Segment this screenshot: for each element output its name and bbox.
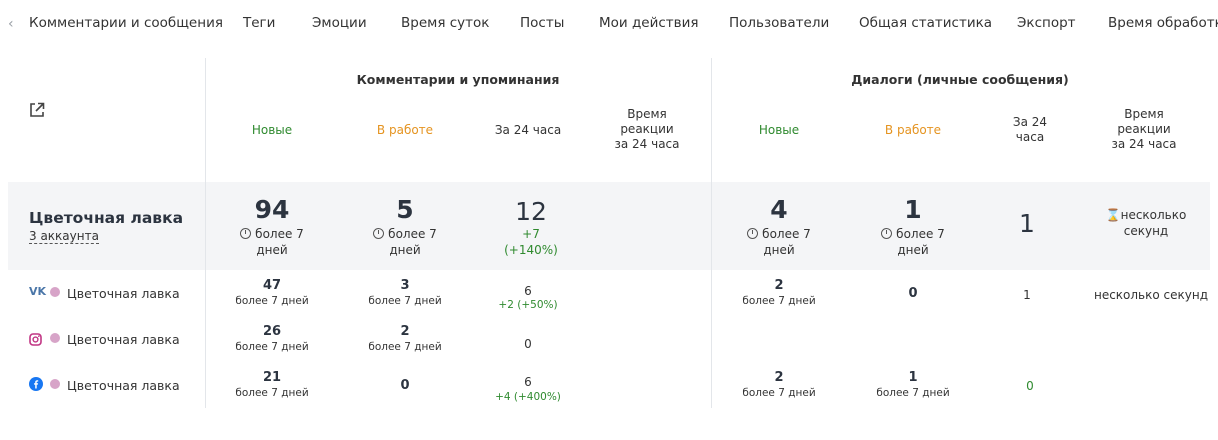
row-comments-work-age: более 7 дней <box>368 341 442 353</box>
tab-my-actions[interactable]: Мои действия <box>599 15 699 31</box>
summary-comments-new-age: более 7 дней <box>212 226 332 258</box>
row-comments-24h-delta: +2 (+50%) <box>498 299 558 311</box>
col-header-comments-new[interactable]: Новые <box>212 123 332 138</box>
hourglass-icon: ⌛ <box>1105 208 1121 222</box>
flower-avatar-icon <box>50 333 60 343</box>
tab-emotions[interactable]: Эмоции <box>312 15 367 31</box>
row-comments-new[interactable]: 21 <box>212 370 332 385</box>
col-header-dialogs-work[interactable]: В работе <box>853 123 973 138</box>
row-comments-work[interactable]: 0 <box>345 378 465 393</box>
row-dialogs-reaction: несколько секунд <box>1093 288 1209 302</box>
facebook-icon <box>29 376 43 395</box>
vk-icon: VK <box>29 285 47 298</box>
divider <box>711 58 712 408</box>
col-header-comments-work[interactable]: В работе <box>345 123 465 138</box>
tab-processing-time[interactable]: Время обработки <box>1108 15 1218 31</box>
row-dialogs-work-age: более 7 дней <box>876 387 950 399</box>
flower-avatar-icon <box>50 287 60 297</box>
summary-dialogs-new[interactable]: 4 <box>719 195 839 224</box>
tab-bar: ‹ Комментарии и сообщения Теги Эмоции Вр… <box>0 0 1218 48</box>
external-link-icon[interactable] <box>29 102 45 122</box>
tab-posts[interactable]: Посты <box>520 15 564 31</box>
tab-comments[interactable]: Комментарии и сообщения <box>29 15 223 31</box>
summary-comments-work[interactable]: 5 <box>345 195 465 224</box>
row-dialogs-work[interactable]: 1 <box>853 370 973 385</box>
col-header-dialogs-new[interactable]: Новые <box>719 123 839 138</box>
row-dialogs-new[interactable]: 2 <box>719 370 839 385</box>
group-header-comments: Комментарии и упоминания <box>356 72 560 87</box>
account-name[interactable]: Цветочная лавка <box>67 378 180 393</box>
row-comments-new-age: более 7 дней <box>235 295 309 307</box>
row-comments-new[interactable]: 47 <box>212 278 332 293</box>
summary-comments-24h: 12 <box>515 197 547 226</box>
tab-time-of-day[interactable]: Время суток <box>401 15 489 31</box>
tab-tags[interactable]: Теги <box>243 15 275 31</box>
col-header-comments-24h[interactable]: За 24 часа <box>468 123 588 138</box>
row-comments-work[interactable]: 2 <box>345 324 465 339</box>
clock-icon <box>747 228 759 239</box>
row-dialogs-new-age: более 7 дней <box>742 295 816 307</box>
accounts-link[interactable]: 3 аккаунта <box>29 229 99 244</box>
account-name[interactable]: Цветочная лавка <box>67 332 180 347</box>
group-header-dialogs: Диалоги (личные сообщения) <box>851 72 1069 87</box>
row-dialogs-24h: 1 <box>1023 288 1031 302</box>
divider <box>205 58 206 408</box>
summary-comments-24h-delta: +7 (+140%) <box>504 227 558 257</box>
clock-icon <box>881 228 893 239</box>
row-comments-24h: 6 <box>524 284 532 298</box>
account-name[interactable]: Цветочная лавка <box>67 286 180 301</box>
row-dialogs-work[interactable]: 0 <box>853 286 973 301</box>
row-comments-work-age: более 7 дней <box>368 295 442 307</box>
col-header-dialogs-24h[interactable]: За 24 часа <box>970 115 1090 145</box>
chevron-left-icon[interactable]: ‹ <box>8 16 14 32</box>
tab-export[interactable]: Экспорт <box>1017 15 1076 31</box>
summary-dialogs-24h: 1 <box>1019 209 1035 238</box>
row-dialogs-new-age: более 7 дней <box>742 387 816 399</box>
summary-dialogs-work[interactable]: 1 <box>853 195 973 224</box>
summary-comments-work-age: более 7 дней <box>345 226 465 258</box>
row-dialogs-24h: 0 <box>1026 379 1034 393</box>
instagram-icon <box>29 331 42 350</box>
tab-general-stats[interactable]: Общая статистика <box>859 15 992 31</box>
row-comments-new-age: более 7 дней <box>235 341 309 353</box>
flower-avatar-icon <box>50 379 60 389</box>
row-comments-work[interactable]: 3 <box>345 278 465 293</box>
clock-icon <box>373 228 385 239</box>
row-comments-new[interactable]: 26 <box>212 324 332 339</box>
summary-comments-new[interactable]: 94 <box>212 195 332 224</box>
summary-dialogs-new-age: более 7 дней <box>719 226 839 258</box>
group-name[interactable]: Цветочная лавка <box>29 209 183 227</box>
clock-icon <box>240 228 252 239</box>
row-comments-new-age: более 7 дней <box>235 387 309 399</box>
tab-users[interactable]: Пользователи <box>729 15 829 31</box>
row-comments-24h: 6 <box>524 375 532 389</box>
row-comments-24h-delta: +4 (+400%) <box>495 391 561 403</box>
row-comments-24h: 0 <box>524 337 532 351</box>
summary-dialogs-work-age: более 7 дней <box>853 226 973 258</box>
col-header-dialogs-reaction[interactable]: Время реакции за 24 часа <box>1084 107 1204 152</box>
col-header-comments-reaction[interactable]: Время реакции за 24 часа <box>587 107 707 152</box>
summary-dialogs-reaction: ⌛несколько секунд <box>1105 208 1187 238</box>
row-dialogs-new[interactable]: 2 <box>719 278 839 293</box>
